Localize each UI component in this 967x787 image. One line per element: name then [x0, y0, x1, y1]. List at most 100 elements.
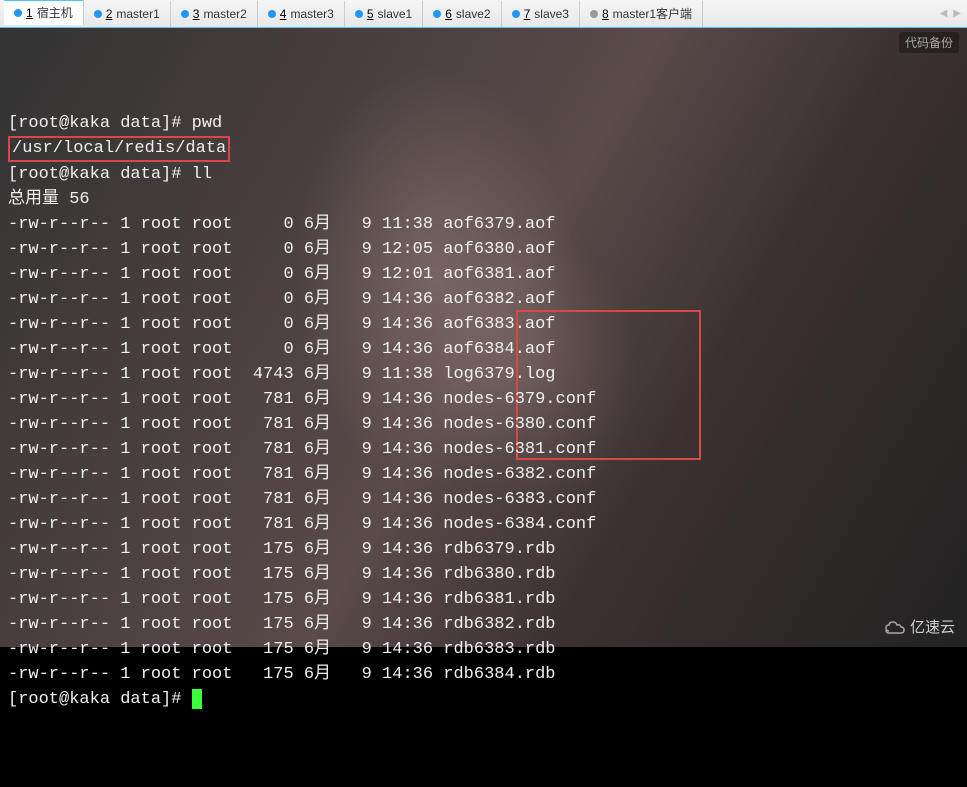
- tabs-container: 1 宿主机2 master13 master24 master35 slave1…: [4, 1, 703, 27]
- tab-label: master1: [116, 7, 159, 21]
- tab-label: master1客户端: [613, 5, 692, 22]
- tab-number: 4: [280, 7, 287, 21]
- list-item: -rw-r--r-- 1 root root 175 6月 9 14:36 rd…: [8, 537, 959, 562]
- tab-master1客户端[interactable]: 8 master1客户端: [580, 1, 703, 27]
- tab-宿主机[interactable]: 1 宿主机: [4, 0, 84, 25]
- file-name: nodes-6380.conf: [443, 415, 596, 434]
- file-meta: -rw-r--r-- 1 root root 0 6月 9 12:01: [8, 265, 443, 284]
- file-meta: -rw-r--r-- 1 root root 0 6月 9 14:36: [8, 340, 443, 359]
- status-dot-icon: [181, 10, 189, 18]
- status-dot-icon: [268, 10, 276, 18]
- file-name: rdb6384.rdb: [443, 665, 555, 684]
- file-name: rdb6379.rdb: [443, 540, 555, 559]
- file-name: nodes-6383.conf: [443, 490, 596, 509]
- tab-label: master2: [203, 7, 246, 21]
- list-item: -rw-r--r-- 1 root root 0 6月 9 14:36 aof6…: [8, 287, 959, 312]
- tab-label: master3: [290, 7, 333, 21]
- file-name: log6379.log: [443, 365, 555, 384]
- list-item: -rw-r--r-- 1 root root 781 6月 9 14:36 no…: [8, 437, 959, 462]
- file-meta: -rw-r--r-- 1 root root 4743 6月 9 11:38: [8, 365, 443, 384]
- file-name: nodes-6384.conf: [443, 515, 596, 534]
- tab-slave1[interactable]: 5 slave1: [345, 1, 423, 27]
- tab-number: 6: [445, 7, 452, 21]
- cursor-icon: [192, 689, 202, 709]
- tab-number: 5: [367, 7, 374, 21]
- file-name: rdb6383.rdb: [443, 640, 555, 659]
- file-name: nodes-6382.conf: [443, 465, 596, 484]
- tab-label: slave2: [456, 7, 491, 21]
- list-item: -rw-r--r-- 1 root root 781 6月 9 14:36 no…: [8, 387, 959, 412]
- terminal[interactable]: [root@kaka data]# pwd /usr/local/redis/d…: [0, 28, 967, 647]
- list-item: -rw-r--r-- 1 root root 0 6月 9 14:36 aof6…: [8, 337, 959, 362]
- file-meta: -rw-r--r-- 1 root root 175 6月 9 14:36: [8, 590, 443, 609]
- list-item: -rw-r--r-- 1 root root 175 6月 9 14:36 rd…: [8, 562, 959, 587]
- file-name: aof6384.aof: [443, 340, 555, 359]
- list-item: -rw-r--r-- 1 root root 781 6月 9 14:36 no…: [8, 462, 959, 487]
- list-item: -rw-r--r-- 1 root root 781 6月 9 14:36 no…: [8, 412, 959, 437]
- tab-bar: 1 宿主机2 master13 master24 master35 slave1…: [0, 0, 967, 28]
- list-item: -rw-r--r-- 1 root root 175 6月 9 14:36 rd…: [8, 612, 959, 637]
- list-item: -rw-r--r-- 1 root root 781 6月 9 14:36 no…: [8, 512, 959, 537]
- file-name: aof6380.aof: [443, 240, 555, 259]
- tab-number: 1: [26, 6, 33, 20]
- status-dot-icon: [590, 10, 598, 18]
- file-meta: -rw-r--r-- 1 root root 0 6月 9 14:36: [8, 315, 443, 334]
- file-meta: -rw-r--r-- 1 root root 175 6月 9 14:36: [8, 615, 443, 634]
- file-name: nodes-6379.conf: [443, 390, 596, 409]
- file-name: rdb6380.rdb: [443, 565, 555, 584]
- prompt: [root@kaka data]#: [8, 690, 192, 709]
- file-meta: -rw-r--r-- 1 root root 175 6月 9 14:36: [8, 540, 443, 559]
- tab-master2[interactable]: 3 master2: [171, 1, 258, 27]
- command-pwd: pwd: [192, 114, 223, 133]
- file-name: nodes-6381.conf: [443, 440, 596, 459]
- file-meta: -rw-r--r-- 1 root root 781 6月 9 14:36: [8, 415, 443, 434]
- total-line: 总用量 56: [8, 190, 90, 209]
- list-item: -rw-r--r-- 1 root root 781 6月 9 14:36 no…: [8, 487, 959, 512]
- file-name: aof6382.aof: [443, 290, 555, 309]
- listing-rows: -rw-r--r-- 1 root root 0 6月 9 11:38 aof6…: [8, 212, 959, 687]
- file-meta: -rw-r--r-- 1 root root 175 6月 9 14:36: [8, 640, 443, 659]
- file-meta: -rw-r--r-- 1 root root 781 6月 9 14:36: [8, 390, 443, 409]
- tab-nav-left-icon[interactable]: ◀: [938, 8, 950, 19]
- file-meta: -rw-r--r-- 1 root root 0 6月 9 12:05: [8, 240, 443, 259]
- terminal-content: [root@kaka data]# pwd /usr/local/redis/d…: [8, 86, 959, 737]
- tab-number: 7: [524, 7, 531, 21]
- tab-master1[interactable]: 2 master1: [84, 1, 171, 27]
- tab-nav: ◀ ▶: [938, 8, 967, 19]
- file-name: rdb6382.rdb: [443, 615, 555, 634]
- list-item: -rw-r--r-- 1 root root 175 6月 9 14:36 rd…: [8, 637, 959, 662]
- tab-slave3[interactable]: 7 slave3: [502, 1, 580, 27]
- highlight-path: /usr/local/redis/data: [8, 136, 230, 162]
- prompt: [root@kaka data]#: [8, 114, 192, 133]
- file-meta: -rw-r--r-- 1 root root 781 6月 9 14:36: [8, 465, 443, 484]
- status-dot-icon: [433, 10, 441, 18]
- file-meta: -rw-r--r-- 1 root root 175 6月 9 14:36: [8, 565, 443, 584]
- file-meta: -rw-r--r-- 1 root root 0 6月 9 14:36: [8, 290, 443, 309]
- tab-number: 2: [106, 7, 113, 21]
- file-meta: -rw-r--r-- 1 root root 0 6月 9 11:38: [8, 215, 443, 234]
- status-dot-icon: [355, 10, 363, 18]
- command-ll: ll: [192, 165, 212, 184]
- file-meta: -rw-r--r-- 1 root root 781 6月 9 14:36: [8, 515, 443, 534]
- file-meta: -rw-r--r-- 1 root root 781 6月 9 14:36: [8, 440, 443, 459]
- status-dot-icon: [512, 10, 520, 18]
- file-name: aof6383.aof: [443, 315, 555, 334]
- tab-number: 8: [602, 7, 609, 21]
- status-dot-icon: [14, 9, 22, 17]
- list-item: -rw-r--r-- 1 root root 0 6月 9 11:38 aof6…: [8, 212, 959, 237]
- tab-label: slave3: [534, 7, 569, 21]
- list-item: -rw-r--r-- 1 root root 0 6月 9 14:36 aof6…: [8, 312, 959, 337]
- file-name: rdb6381.rdb: [443, 590, 555, 609]
- list-item: -rw-r--r-- 1 root root 4743 6月 9 11:38 l…: [8, 362, 959, 387]
- status-dot-icon: [94, 10, 102, 18]
- tab-number: 3: [193, 7, 200, 21]
- tab-nav-right-icon[interactable]: ▶: [951, 8, 963, 19]
- list-item: -rw-r--r-- 1 root root 175 6月 9 14:36 rd…: [8, 587, 959, 612]
- file-name: aof6379.aof: [443, 215, 555, 234]
- file-meta: -rw-r--r-- 1 root root 175 6月 9 14:36: [8, 665, 443, 684]
- tab-master3[interactable]: 4 master3: [258, 1, 345, 27]
- file-name: aof6381.aof: [443, 265, 555, 284]
- tab-label: slave1: [378, 7, 413, 21]
- list-item: -rw-r--r-- 1 root root 0 6月 9 12:05 aof6…: [8, 237, 959, 262]
- tab-slave2[interactable]: 6 slave2: [423, 1, 501, 27]
